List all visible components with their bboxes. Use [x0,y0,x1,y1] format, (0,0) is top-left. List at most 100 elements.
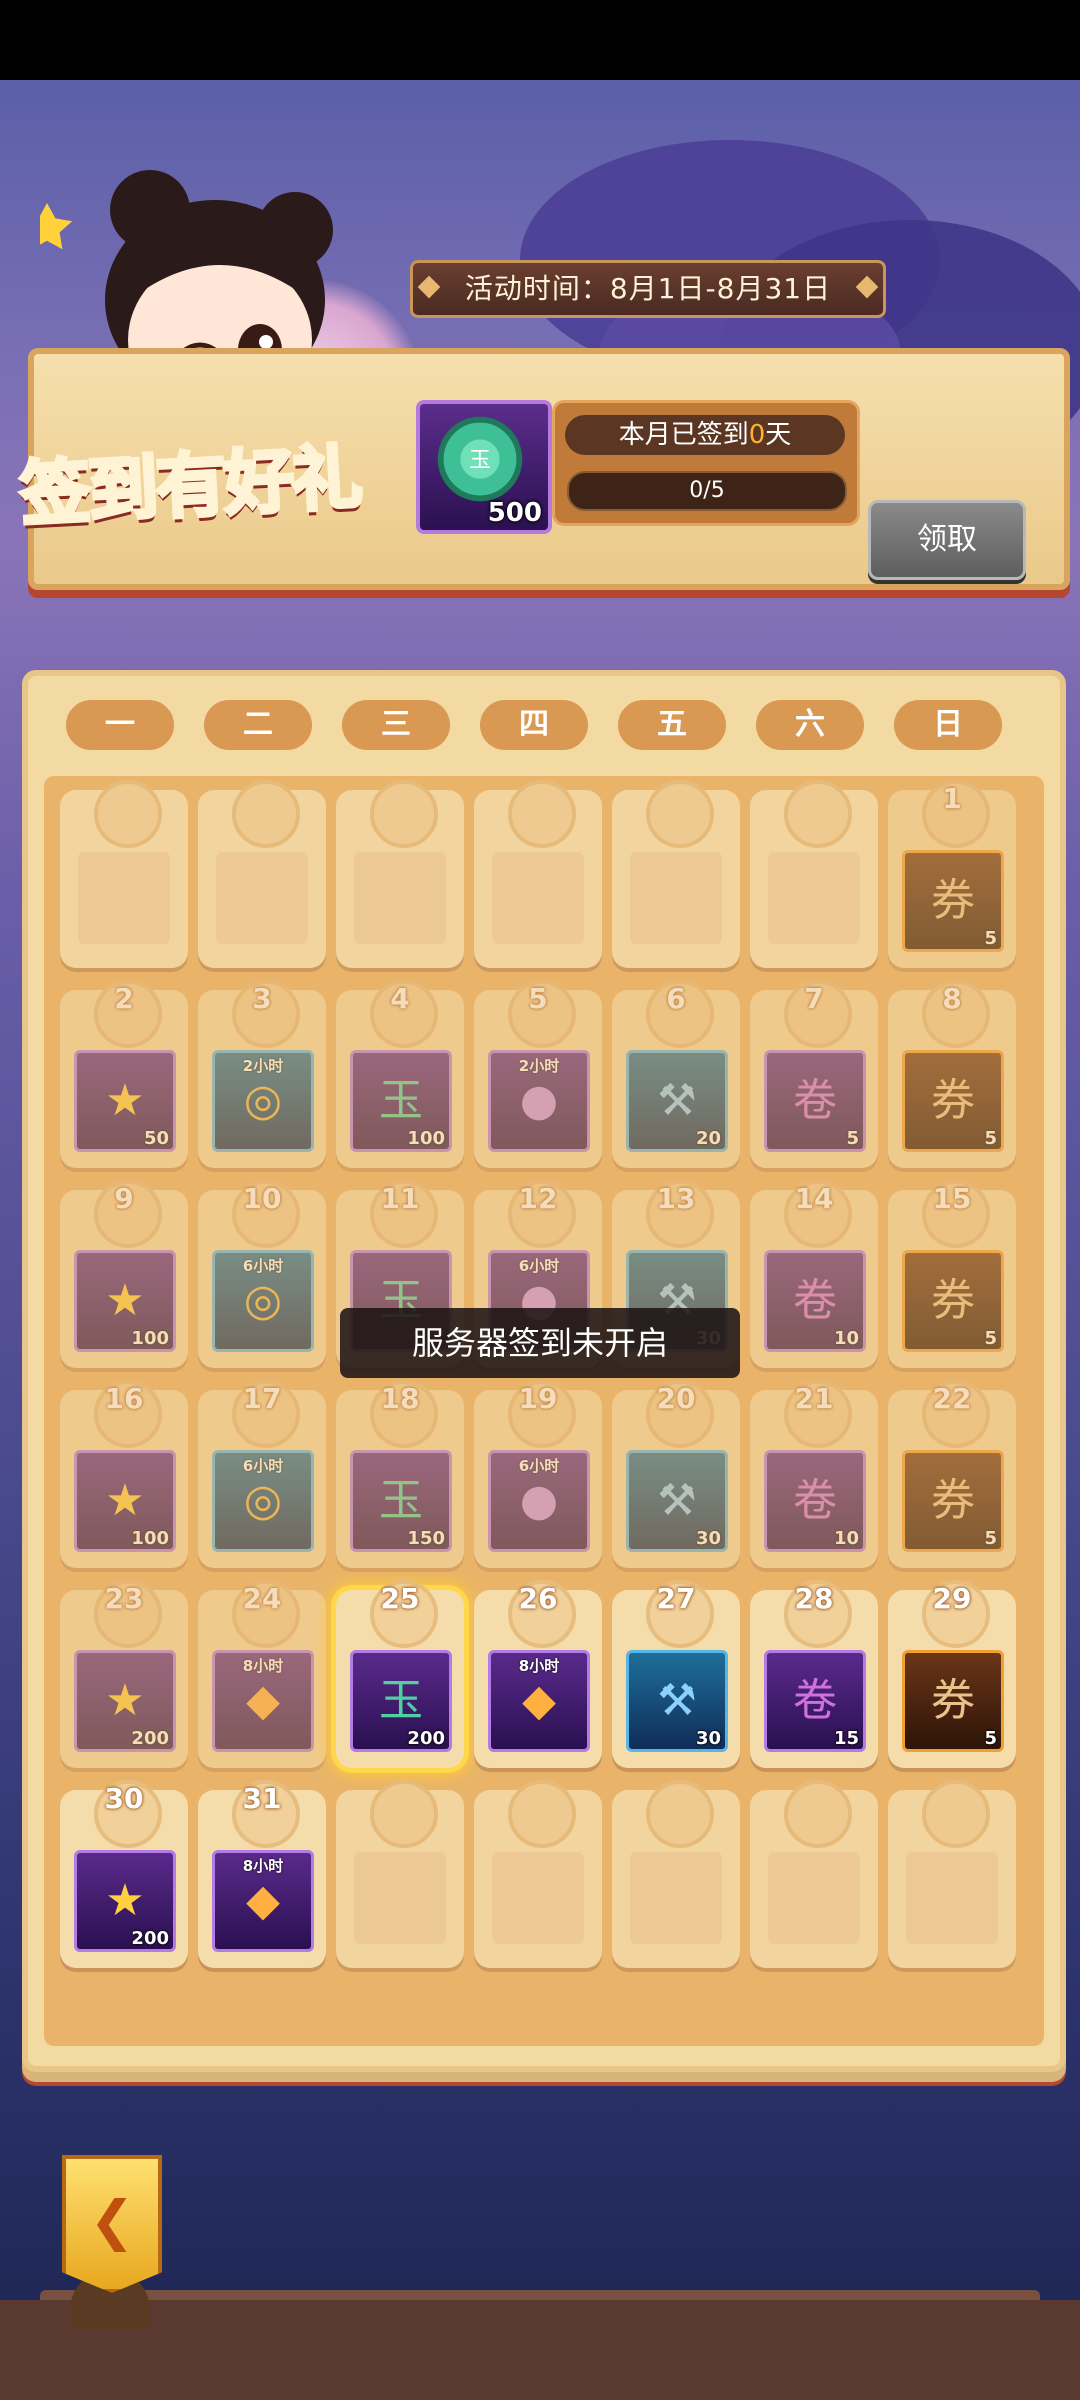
empty-day-cell [474,1780,602,1968]
day-number: 29 [932,1582,972,1615]
hammer-icon: ⚒ [657,1075,697,1126]
day-cell-8[interactable]: 8 券5 [888,980,1016,1168]
day-cell-17[interactable]: 17 ◎ 6小时 [198,1380,326,1568]
reward-quantity: 150 [407,1528,445,1549]
day-cell-1[interactable]: 1 券5 [888,780,1016,968]
reward-quantity: 30 [695,1528,721,1549]
ticket-icon: 券 [931,1275,975,1326]
reward-quantity: 15 [833,1728,859,1749]
reward-item: 券5 [902,1050,1004,1152]
scroll-icon: 卷 [793,1475,837,1526]
day-cell-6[interactable]: 6 ⚒ 20 [612,980,740,1168]
ground [0,2300,1080,2400]
reward-item: ⚒ 20 [626,1050,728,1152]
reward-item: 券5 [902,850,1004,952]
empty-day-cell [750,1780,878,1968]
reward-item: 玉 100 [350,1050,452,1152]
weekday-label: 六 [756,700,864,750]
ticket-icon: 券 [931,1475,975,1526]
weekday-label: 日 [894,700,1002,750]
cell-ornament [232,780,300,848]
day-cell-14[interactable]: 14 卷 10 [750,1180,878,1368]
day-cell-21[interactable]: 21 卷 10 [750,1380,878,1568]
day-cell-30[interactable]: 30 ★ 200 [60,1780,188,1968]
cell-ornament [922,1780,990,1848]
reward-item: 券5 [902,1650,1004,1752]
day-cell-25[interactable]: 25 玉 200 [336,1580,464,1768]
day-cell-20[interactable]: 20 ⚒ 30 [612,1380,740,1568]
hammer-icon: ⚒ [657,1475,697,1526]
reward-item: ● 6小时 [488,1450,590,1552]
activity-time-banner: 活动时间：8月1日-8月31日 [410,260,886,318]
reward-quantity: 100 [131,1528,169,1549]
reward-quantity: 5 [984,928,997,949]
star-icon: ★ [105,1475,145,1526]
reward-quantity: 5 [984,1528,997,1549]
day-cell-19[interactable]: 19 ● 6小时 [474,1380,602,1568]
reward-item: ★ 200 [74,1650,176,1752]
reward-item: ◆ 8小时 [488,1650,590,1752]
day-number: 23 [104,1582,144,1615]
weekday-label: 一 [66,700,174,750]
reward-item: ● 2小时 [488,1050,590,1152]
empty-slot [216,852,308,944]
day-number: 17 [242,1382,282,1415]
day-cell-3[interactable]: 3 ◎ 2小时 [198,980,326,1168]
reward-duration: 6小时 [242,1257,284,1275]
day-cell-4[interactable]: 4 玉 100 [336,980,464,1168]
day-cell-26[interactable]: 26 ◆ 8小时 [474,1580,602,1768]
empty-day-cell [888,1780,1016,1968]
back-arrow-icon: ❮ [89,2189,135,2252]
day-cell-18[interactable]: 18 玉 150 [336,1380,464,1568]
reward-quantity: 100 [131,1328,169,1349]
day-cell-9[interactable]: 9 ★ 100 [60,1180,188,1368]
reward-quantity: 30 [695,1728,721,1749]
day-number: 14 [794,1182,834,1215]
day-cell-7[interactable]: 7 卷5 [750,980,878,1168]
day-number: 24 [242,1582,282,1615]
day-number: 4 [390,982,410,1015]
day-number: 8 [942,982,962,1015]
day-cell-22[interactable]: 22 券 5 [888,1380,1016,1568]
day-cell-16[interactable]: 16 ★ 100 [60,1380,188,1568]
day-cell-24[interactable]: 24 ◆ 8小时 [198,1580,326,1768]
empty-day-cell [198,780,326,968]
day-cell-23[interactable]: 23 ★ 200 [60,1580,188,1768]
scroll-icon: 卷 [793,1075,837,1126]
reward-item: ⚒30 [626,1450,728,1552]
orb-icon: ● [519,1475,559,1526]
jade-coin-icon: 玉 [379,1675,423,1726]
progress-bar: 0/5 [567,471,847,511]
reward-item: ★ 100 [74,1250,176,1352]
ticket-icon: 券 [931,1675,975,1726]
day-cell-27[interactable]: 27 ⚒ 30 [612,1580,740,1768]
day-number: 20 [656,1382,696,1415]
day-cell-28[interactable]: 28 卷 15 [750,1580,878,1768]
monthly-reward-box[interactable]: 玉 500 [416,400,552,534]
day-cell-10[interactable]: 10 ◎ 6小时 [198,1180,326,1368]
sign-info: 本月已签到0天 0/5 [552,400,860,526]
day-number: 25 [380,1582,420,1615]
day-cell-31[interactable]: 31 ◆ 8小时 [198,1780,326,1968]
scroll-icon: 卷 [793,1275,837,1326]
star-icon: ★ [105,1875,145,1926]
back-button[interactable]: ❮ [62,2155,162,2293]
day-number: 15 [932,1182,972,1215]
empty-slot [630,1852,722,1944]
empty-slot [768,852,860,944]
claim-button[interactable]: 领取 [868,500,1026,580]
cell-ornament [646,780,714,848]
day-cell-5[interactable]: 5 ● 2小时 [474,980,602,1168]
reward-quantity: 20 [695,1128,721,1149]
day-cell-29[interactable]: 29 券 5 [888,1580,1016,1768]
day-cell-2[interactable]: 2 ★ 50 [60,980,188,1168]
star-icon: ★ [105,1075,145,1126]
star-icon: ★ [105,1675,145,1726]
day-cell-15[interactable]: 15 券 5 [888,1180,1016,1368]
day-number: 6 [666,982,686,1015]
empty-slot [906,1852,998,1944]
day-number: 2 [114,982,134,1015]
day-number: 11 [380,1182,420,1215]
day-number: 19 [518,1382,558,1415]
scroll-icon: 卷 [793,1675,837,1726]
